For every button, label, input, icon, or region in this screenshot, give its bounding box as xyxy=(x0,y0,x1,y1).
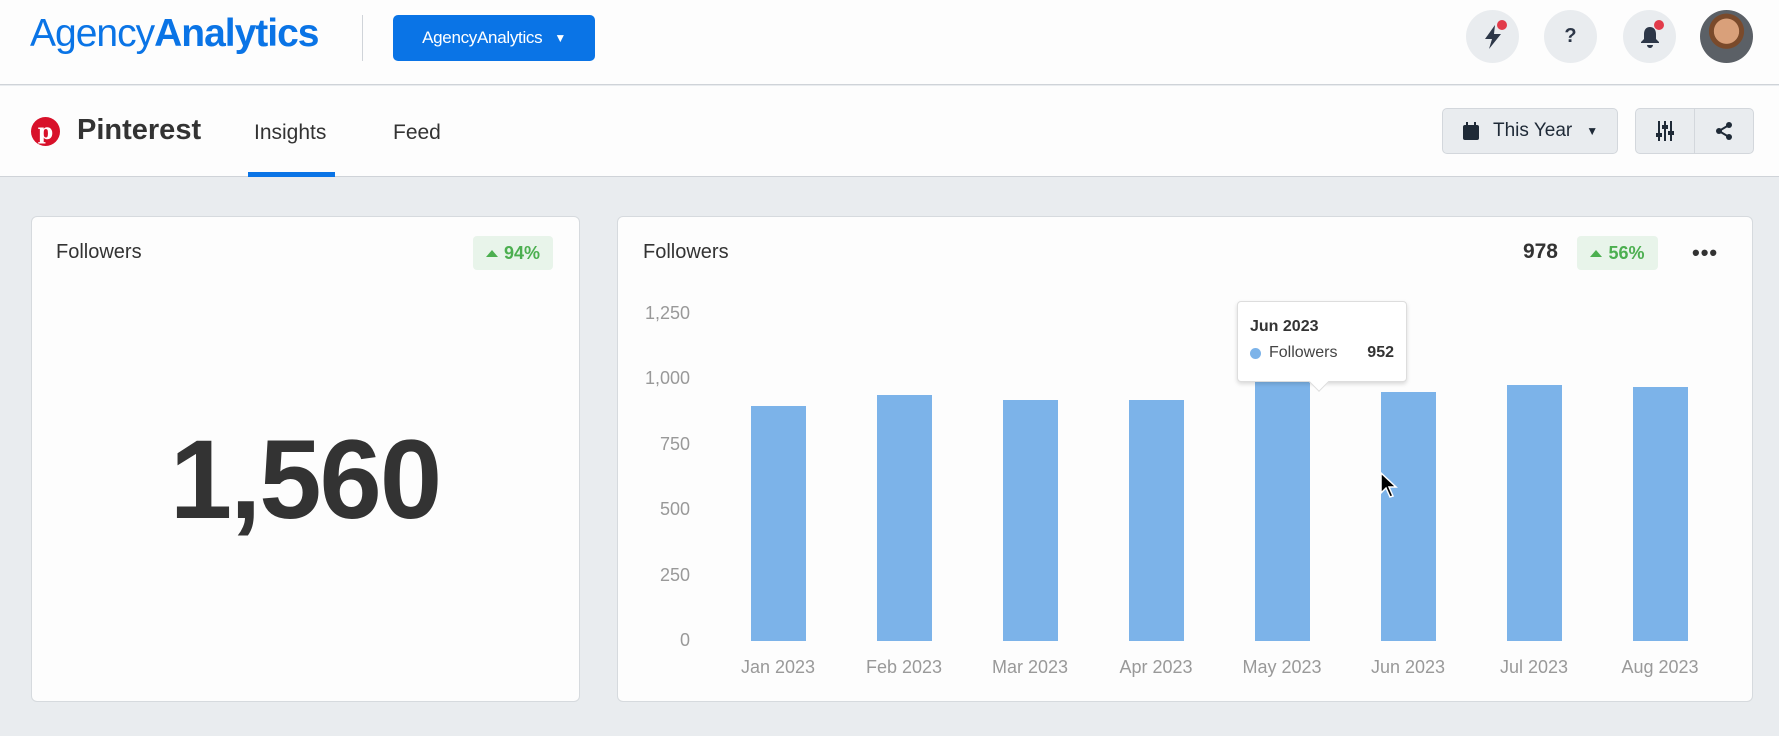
chart-tooltip: Jun 2023 Followers 952 xyxy=(1237,301,1407,382)
chart-change-badge: 56% xyxy=(1577,236,1658,270)
x-tick-label: Mar 2023 xyxy=(991,657,1069,677)
summary-title: Followers xyxy=(56,241,142,263)
y-tick-label: 500 xyxy=(659,499,690,520)
caret-down-icon: ▼ xyxy=(554,31,566,45)
pinterest-icon: p xyxy=(31,117,60,146)
agencyanalytics-logo[interactable]: AgencyAnalytics xyxy=(30,12,320,56)
caret-down-icon: ▼ xyxy=(1586,124,1599,138)
notifications-button[interactable] xyxy=(1623,10,1676,63)
chart-total: 978 xyxy=(1522,240,1558,263)
whats-new-button[interactable] xyxy=(1466,10,1519,63)
customize-button[interactable] xyxy=(1636,109,1694,153)
avatar[interactable] xyxy=(1700,10,1753,63)
up-arrow-icon xyxy=(1590,249,1603,257)
bar-jul-2023[interactable] xyxy=(1507,385,1562,641)
bar-apr-2023[interactable] xyxy=(1129,400,1184,641)
x-tick-label: Feb 2023 xyxy=(865,657,943,677)
share-button[interactable] xyxy=(1694,109,1753,153)
bar-jun-2023[interactable] xyxy=(1381,391,1436,641)
x-tick-label: Aug 2023 xyxy=(1621,657,1699,677)
tab-insights[interactable]: Insights xyxy=(254,121,326,145)
bar-feb-2023[interactable] xyxy=(877,394,932,641)
y-tick-label: 750 xyxy=(659,433,690,454)
series-dot xyxy=(1250,347,1261,359)
summary-value: 1,560 xyxy=(169,417,442,542)
bar-may-2023[interactable] xyxy=(1255,376,1310,641)
calendar-icon xyxy=(1463,122,1479,140)
account-dropdown[interactable]: AgencyAnalytics ▼ xyxy=(393,15,595,61)
active-tab-indicator xyxy=(248,172,335,177)
divider xyxy=(362,15,363,61)
bar-aug-2023[interactable] xyxy=(1633,386,1688,641)
date-range-dropdown[interactable]: This Year ▼ xyxy=(1442,108,1618,154)
chart-title: Followers xyxy=(643,241,729,263)
y-tick-label: 1,250 xyxy=(644,303,690,323)
x-tick-label: Apr 2023 xyxy=(1119,657,1193,677)
integration-title: Pinterest xyxy=(77,114,202,146)
bar-jan-2023[interactable] xyxy=(751,406,806,641)
x-tick-label: Jun 2023 xyxy=(1370,657,1446,677)
tab-feed[interactable]: Feed xyxy=(393,121,441,145)
bar-mar-2023[interactable] xyxy=(1003,400,1058,641)
x-tick-label: Jan 2023 xyxy=(740,657,816,677)
action-button-group xyxy=(1635,108,1754,154)
help-icon: ? xyxy=(1564,25,1577,47)
change-badge: 94% xyxy=(473,236,553,270)
mouse-cursor-icon xyxy=(1380,472,1398,498)
x-tick-label: Jul 2023 xyxy=(1499,657,1569,677)
y-tick-label: 250 xyxy=(659,564,690,585)
x-tick-label: May 2023 xyxy=(1242,657,1322,677)
help-button[interactable]: ? xyxy=(1544,10,1597,63)
sliders-icon xyxy=(1656,121,1674,141)
more-options-icon[interactable]: ••• xyxy=(1692,240,1718,266)
share-icon xyxy=(1716,122,1732,140)
y-tick-label: 0 xyxy=(679,630,690,650)
up-arrow-icon xyxy=(485,249,498,257)
y-tick-label: 1,000 xyxy=(644,368,690,389)
